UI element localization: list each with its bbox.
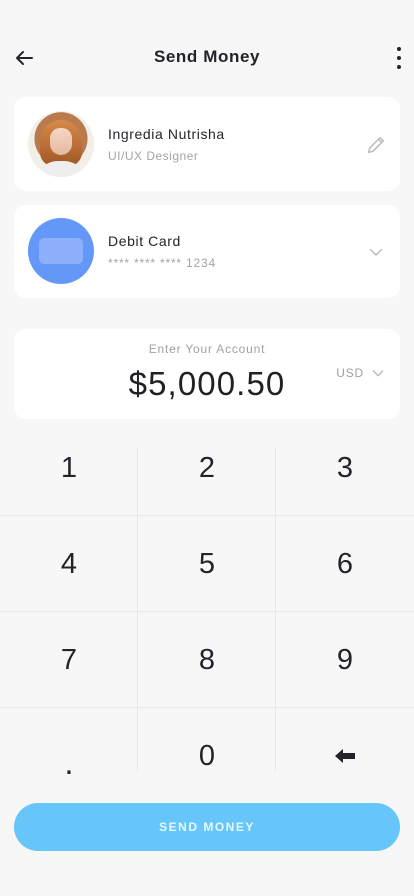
key-4[interactable]: 4 — [0, 516, 138, 612]
payment-method-card[interactable]: Debit Card **** **** **** 1234 — [14, 205, 400, 298]
chevron-down-icon — [370, 249, 382, 256]
avatar — [28, 111, 94, 177]
send-money-screen: Send Money Ingredia Nutrisha UI/UX Desig… — [0, 0, 414, 896]
key-2[interactable]: 2 — [138, 420, 276, 516]
amount-label: Enter Your Account — [148, 342, 266, 356]
currency-code: USD — [336, 366, 364, 380]
amount-card: Enter Your Account $5,000.50 USD — [14, 329, 400, 419]
currency-selector[interactable]: USD — [336, 365, 386, 381]
more-button[interactable] — [392, 44, 406, 72]
payment-method-title: Debit Card — [108, 233, 181, 249]
key-decimal[interactable]: . — [0, 708, 138, 804]
key-8[interactable]: 8 — [138, 612, 276, 708]
page-title: Send Money — [153, 47, 261, 66]
key-backspace[interactable] — [276, 708, 414, 804]
more-vertical-icon — [397, 47, 401, 51]
key-3[interactable]: 3 — [276, 420, 414, 516]
key-0[interactable]: 0 — [138, 708, 276, 804]
key-1[interactable]: 1 — [0, 420, 138, 516]
numeric-keypad: 1 2 3 4 5 6 7 8 9 . 0 — [0, 420, 414, 779]
send-money-button[interactable]: SEND MONEY — [14, 803, 400, 851]
key-6[interactable]: 6 — [276, 516, 414, 612]
pencil-icon — [367, 136, 385, 154]
recipient-name: Ingredia Nutrisha — [108, 126, 225, 142]
edit-button[interactable] — [364, 133, 388, 157]
key-5[interactable]: 5 — [138, 516, 276, 612]
recipient-role: UI/UX Designer — [108, 149, 199, 163]
key-9[interactable]: 9 — [276, 612, 414, 708]
masked-card-number: **** **** **** 1234 — [108, 256, 216, 270]
payment-method-dropdown[interactable] — [364, 241, 388, 263]
recipient-card[interactable]: Ingredia Nutrisha UI/UX Designer — [14, 97, 400, 191]
backspace-arrow-icon — [335, 749, 355, 763]
card-icon — [28, 218, 94, 284]
key-7[interactable]: 7 — [0, 612, 138, 708]
chevron-down-icon — [372, 370, 384, 377]
